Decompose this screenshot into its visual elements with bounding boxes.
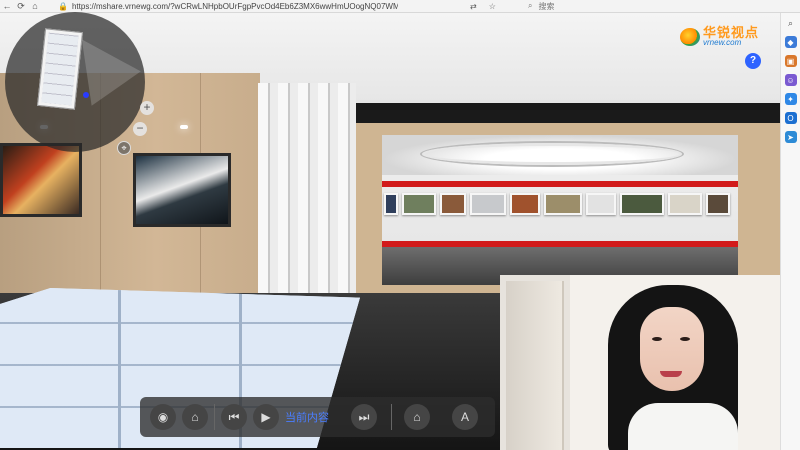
- toolbar-divider: [214, 404, 215, 430]
- home-icon[interactable]: ⌂: [28, 0, 42, 12]
- tag-icon[interactable]: ◆: [784, 36, 797, 48]
- exhibit-photo[interactable]: [706, 193, 730, 215]
- people-icon[interactable]: ☺: [784, 74, 797, 86]
- browser-chrome: ← ⟳ ⌂ 🔒 https://mshare.vrnewg.com/?wCRwL…: [0, 0, 800, 13]
- home-icon[interactable]: ⌂: [404, 404, 430, 430]
- player-position-dot: [83, 92, 89, 98]
- back-icon[interactable]: ←: [0, 0, 14, 12]
- exhibit-photo[interactable]: [470, 193, 506, 215]
- font-size-icon[interactable]: A: [452, 404, 478, 430]
- fluted-pillar: [258, 83, 356, 323]
- brand-logo: 华锐视点 vrnew.com: [680, 26, 775, 48]
- exhibit-photo[interactable]: [510, 193, 540, 215]
- exhibit-photo[interactable]: [586, 193, 616, 215]
- copilot-icon[interactable]: ✦: [784, 93, 797, 105]
- presenter-shirt: [628, 403, 738, 450]
- url-text: https://mshare.vrnewg.com/?wCRwLNHpbOUrF…: [71, 1, 398, 11]
- ceiling-ring: [422, 143, 682, 165]
- gallery-hall[interactable]: [382, 135, 738, 285]
- zoom-out-button[interactable]: −: [133, 122, 147, 136]
- bottom-toolbar: ◉ ⌂ ⏮ ▶ 当前内容 ⏭ ⌂ A: [140, 397, 495, 437]
- gift-icon[interactable]: ⌂: [182, 404, 208, 430]
- browser-actions: ⇄ ☆: [470, 0, 496, 12]
- search-icon: ⌕: [528, 1, 533, 10]
- play-icon[interactable]: ▶: [253, 404, 279, 430]
- logo-subtitle: vrnew.com: [703, 38, 742, 47]
- painting[interactable]: [133, 153, 231, 227]
- help-button[interactable]: ?: [745, 53, 761, 69]
- browser-sidebar: ⌕ ◆ ▣ ☺ ✦ O ➤: [780, 13, 800, 450]
- exhibit-photo[interactable]: [544, 193, 582, 215]
- lock-icon: 🔒: [58, 1, 68, 11]
- exhibit-photo[interactable]: [668, 193, 702, 215]
- red-stripe: [382, 181, 738, 187]
- exhibit-row: [382, 193, 738, 219]
- zoom-in-button[interactable]: +: [140, 101, 154, 115]
- painting[interactable]: [0, 143, 82, 217]
- locate-button[interactable]: ⌖: [117, 141, 131, 155]
- reload-icon[interactable]: ⟳: [14, 0, 28, 12]
- previous-icon[interactable]: ⏮: [221, 404, 247, 430]
- logo-mark-icon: [680, 28, 700, 46]
- presenter-eye: [680, 337, 690, 341]
- search-placeholder: 搜索: [538, 1, 555, 11]
- presenter-mouth: [660, 371, 682, 377]
- presenter-face: [640, 307, 704, 391]
- shopping-icon[interactable]: ▣: [784, 55, 797, 67]
- outlook-icon[interactable]: O: [784, 112, 797, 124]
- address-bar[interactable]: 🔒 https://mshare.vrnewg.com/?wCRwLNHpbOU…: [58, 0, 398, 12]
- search-input[interactable]: ⌕ 搜索: [528, 0, 768, 12]
- webcam-overlay: [500, 275, 780, 450]
- spotlight: [180, 125, 188, 129]
- next-icon[interactable]: ⏭: [351, 404, 377, 430]
- minimap[interactable]: [5, 12, 145, 152]
- background-door: [506, 281, 564, 450]
- toolbar-divider: [391, 404, 392, 430]
- favorite-star-icon[interactable]: ☆: [489, 2, 496, 11]
- exhibit-photo[interactable]: [440, 193, 466, 215]
- record-icon[interactable]: ◉: [150, 404, 176, 430]
- send-icon[interactable]: ➤: [784, 131, 797, 143]
- search-icon[interactable]: ⌕: [785, 17, 797, 29]
- presenter-eye: [652, 337, 662, 341]
- current-content-label[interactable]: 当前内容: [285, 409, 329, 425]
- translate-icon[interactable]: ⇄: [470, 2, 477, 11]
- exhibit-photo[interactable]: [402, 193, 436, 215]
- exhibit-photo[interactable]: [384, 193, 398, 215]
- exhibit-photo[interactable]: [620, 193, 664, 215]
